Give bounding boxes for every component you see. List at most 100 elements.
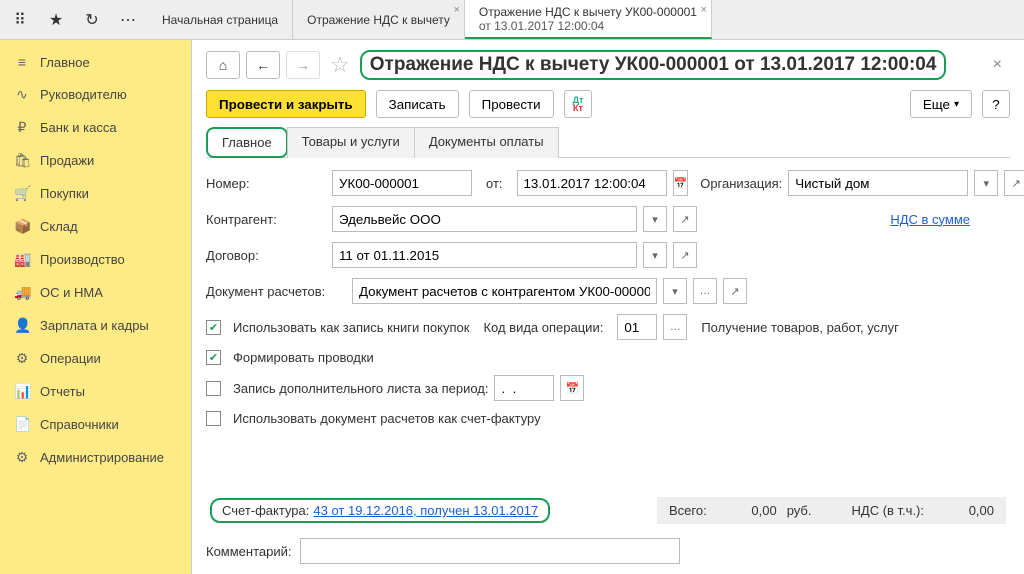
more-button[interactable]: Еще — [910, 90, 972, 118]
party-input[interactable] — [332, 206, 637, 232]
use-book-checkbox[interactable] — [206, 320, 221, 335]
sidebar-item-manager[interactable]: ∿Руководителю — [0, 78, 191, 111]
open-icon[interactable]: ↗ — [723, 278, 747, 304]
cart-icon: 🛒 — [14, 185, 30, 202]
sidebar-label: Продажи — [40, 153, 94, 168]
opcode-desc: Получение товаров, работ, услуг — [701, 320, 899, 335]
tab-vat-doc[interactable]: Отражение НДС к вычету УК00-000001 от 13… — [465, 0, 712, 39]
dropdown-icon[interactable]: ▾ — [974, 170, 998, 196]
home-button[interactable]: ⌂ — [206, 51, 240, 79]
tab-vat-list[interactable]: Отражение НДС к вычету × — [293, 0, 465, 39]
tab-label: Отражение НДС к вычету — [307, 13, 450, 27]
back-button[interactable]: ← — [246, 51, 280, 79]
tab-sublabel: от 13.01.2017 12:00:04 — [479, 19, 697, 33]
total-value: 0,00 — [717, 503, 777, 518]
period-input[interactable] — [494, 375, 554, 401]
sidebar-label: Банк и касса — [40, 120, 117, 135]
tab-label: Отражение НДС к вычету УК00-000001 — [479, 5, 697, 19]
calendar-icon[interactable]: 📅 — [673, 170, 689, 196]
ruble-icon: ₽ — [14, 119, 30, 136]
sidebar-item-assets[interactable]: 🚚 ОС и НМА — [0, 276, 191, 309]
open-icon[interactable]: ↗ — [673, 206, 697, 232]
open-icon[interactable]: ↗ — [673, 242, 697, 268]
favorite-icon[interactable]: ☆ — [330, 52, 350, 78]
sidebar-item-reports[interactable]: 📊Отчеты — [0, 375, 191, 408]
post-close-button[interactable]: Провести и закрыть — [206, 90, 366, 118]
sidebar-item-bank[interactable]: ₽ Банк и касса — [0, 111, 191, 144]
top-bar: ⠿ ★ ↻ ⋯ Начальная страница Отражение НДС… — [0, 0, 1024, 40]
forward-button[interactable]: → — [286, 51, 320, 79]
use-as-invoice-label: Использовать документ расчетов как счет-… — [233, 411, 541, 426]
tab-goods[interactable]: Товары и услуги — [287, 127, 415, 158]
sidebar-label: ОС и НМА — [40, 285, 103, 300]
vat-mode-link[interactable]: НДС в сумме — [890, 212, 970, 227]
sidebar-item-refs[interactable]: 📄Справочники — [0, 408, 191, 441]
star-icon[interactable]: ★ — [44, 8, 68, 32]
sidebar-item-sales[interactable]: 🛍 Продажи — [0, 144, 191, 177]
comment-input[interactable] — [300, 538, 680, 564]
sidebar-item-warehouse[interactable]: 📦Склад — [0, 210, 191, 243]
truck-icon: 🚚 — [14, 284, 30, 301]
window-tabs: Начальная страница Отражение НДС к вычет… — [148, 0, 1024, 39]
currency-label: руб. — [787, 503, 812, 518]
use-book-label: Использовать как запись книги покупок — [233, 320, 469, 335]
party-label: Контрагент: — [206, 212, 326, 227]
org-label: Организация: — [700, 176, 782, 191]
invoice-link[interactable]: 43 от 19.12.2016, получен 13.01.2017 — [313, 503, 538, 518]
date-input[interactable] — [517, 170, 667, 196]
sidebar-label: Администрирование — [40, 450, 164, 465]
tab-label: Начальная страница — [162, 13, 278, 27]
open-icon[interactable]: ↗ — [1004, 170, 1024, 196]
close-button[interactable]: × — [985, 52, 1010, 78]
opcode-label: Код вида операции: — [483, 320, 603, 335]
sidebar-item-main[interactable]: ≡Главное — [0, 46, 191, 78]
tab-main[interactable]: Главное — [206, 127, 288, 158]
addsheet-checkbox[interactable] — [206, 381, 221, 396]
sidebar-label: Руководителю — [40, 87, 127, 102]
gear-icon: ⚙ — [14, 350, 30, 367]
post-button[interactable]: Провести — [469, 90, 554, 118]
dropdown-icon[interactable]: ▾ — [643, 206, 667, 232]
bag-icon: 🛍 — [14, 152, 30, 169]
dropdown-icon[interactable]: ▾ — [663, 278, 687, 304]
dropdown-icon[interactable]: ▾ — [643, 242, 667, 268]
toolbar: Провести и закрыть Записать Провести ДтК… — [206, 90, 1010, 118]
factory-icon: 🏭 — [14, 251, 30, 268]
doc-input[interactable] — [352, 278, 657, 304]
history-icon[interactable]: ↻ — [80, 8, 104, 32]
help-button[interactable]: ? — [982, 90, 1010, 118]
opcode-input[interactable] — [617, 314, 657, 340]
more-icon[interactable]: ⋯ — [116, 8, 140, 32]
sidebar-item-production[interactable]: 🏭 Производство — [0, 243, 191, 276]
chart-bar-icon: 📊 — [14, 383, 30, 400]
addsheet-label: Запись дополнительного листа за период: — [233, 381, 488, 396]
ellipsis-icon[interactable]: … — [663, 314, 687, 340]
close-icon[interactable]: × — [701, 4, 707, 16]
contract-input[interactable] — [332, 242, 637, 268]
calendar-icon[interactable]: 📅 — [560, 375, 584, 401]
close-icon[interactable]: × — [453, 4, 459, 16]
menu-icon: ≡ — [14, 54, 30, 70]
doc-label: Документ расчетов: — [206, 284, 346, 299]
tab-start[interactable]: Начальная страница — [148, 0, 293, 39]
dtkt-button[interactable]: ДтКт — [564, 90, 593, 118]
save-button[interactable]: Записать — [376, 90, 459, 118]
number-label: Номер: — [206, 176, 326, 191]
sidebar-item-operations[interactable]: ⚙Операции — [0, 342, 191, 375]
tab-payments[interactable]: Документы оплаты — [414, 127, 559, 158]
make-entries-checkbox[interactable] — [206, 350, 221, 365]
sidebar-item-admin[interactable]: ⚙ Администрирование — [0, 441, 191, 474]
sidebar-label: Производство — [40, 252, 125, 267]
sidebar-item-purchases[interactable]: 🛒 Покупки — [0, 177, 191, 210]
number-input[interactable] — [332, 170, 472, 196]
use-as-invoice-checkbox[interactable] — [206, 411, 221, 426]
sidebar-item-hr[interactable]: 👤Зарплата и кадры — [0, 309, 191, 342]
ellipsis-icon[interactable]: … — [693, 278, 717, 304]
gear-icon: ⚙ — [14, 449, 30, 466]
org-input[interactable] — [788, 170, 968, 196]
from-label: от: — [486, 176, 503, 191]
page-header: ⌂ ← → ☆ Отражение НДС к вычету УК00-0000… — [206, 50, 1010, 80]
sidebar-label: Покупки — [40, 186, 89, 201]
apps-icon[interactable]: ⠿ — [8, 8, 32, 32]
sidebar-label: Склад — [40, 219, 78, 234]
